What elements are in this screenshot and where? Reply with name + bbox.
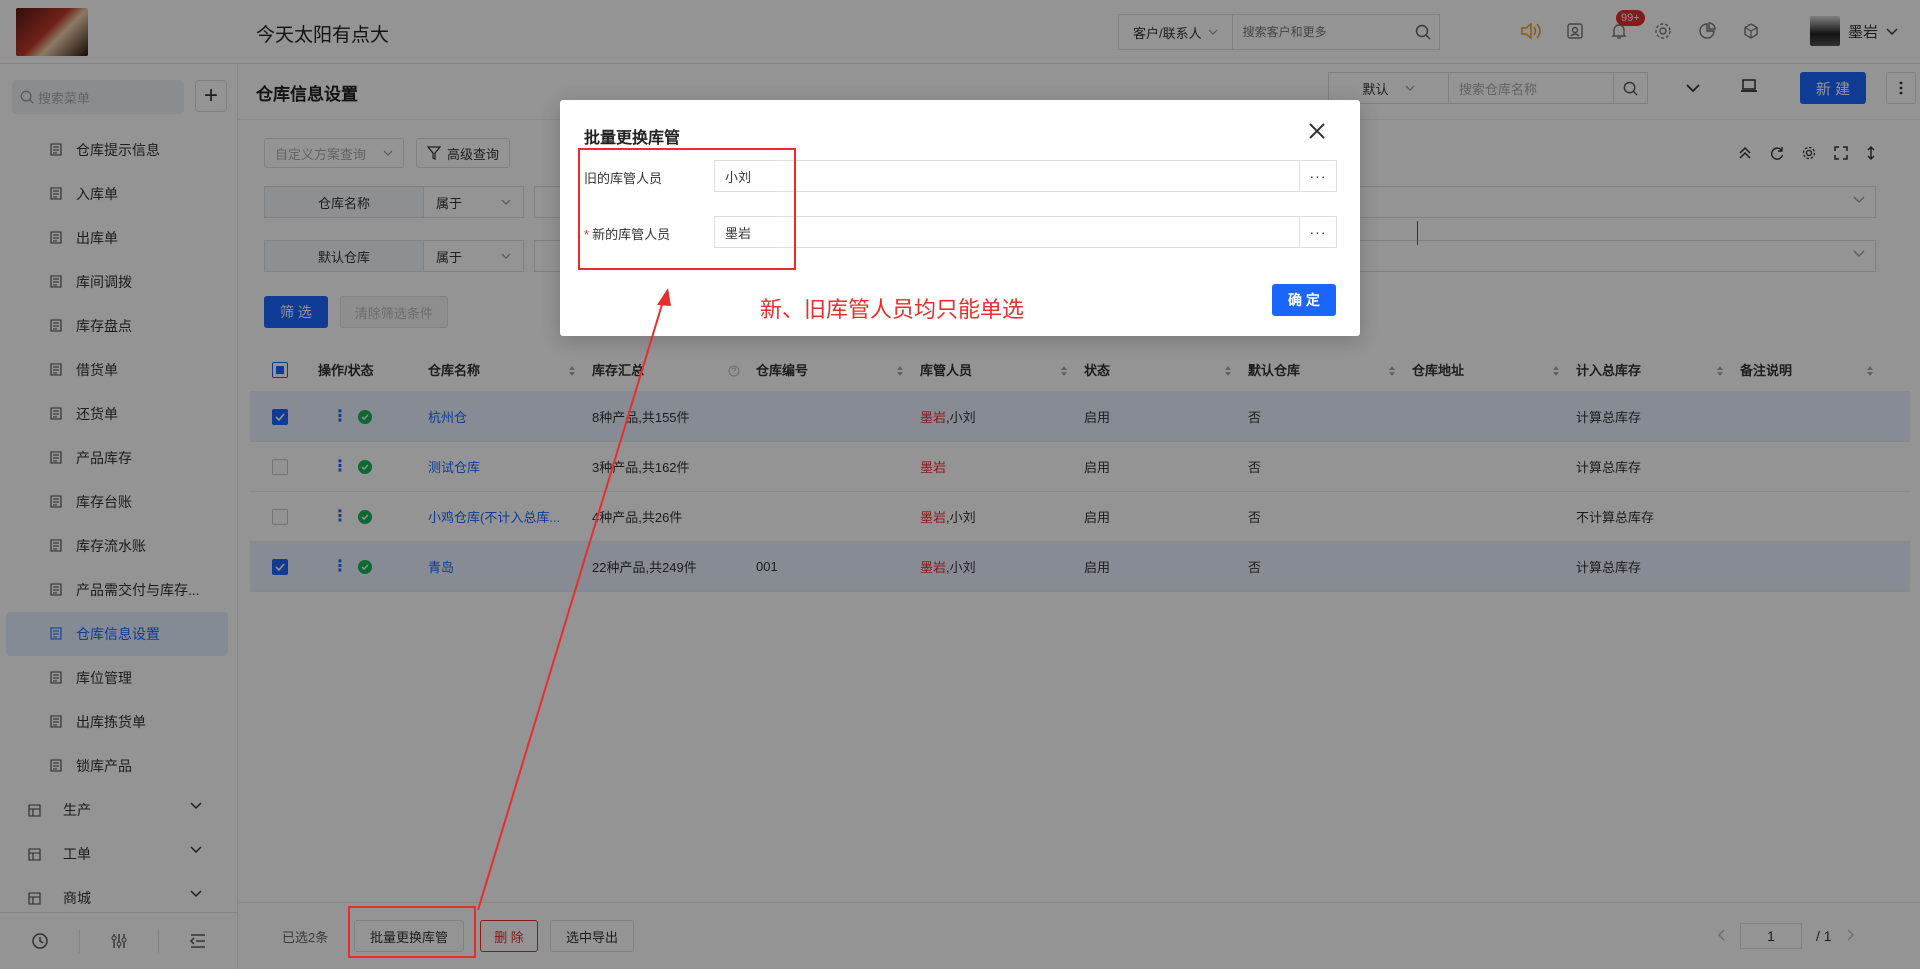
annotation-arrow [477, 288, 671, 911]
